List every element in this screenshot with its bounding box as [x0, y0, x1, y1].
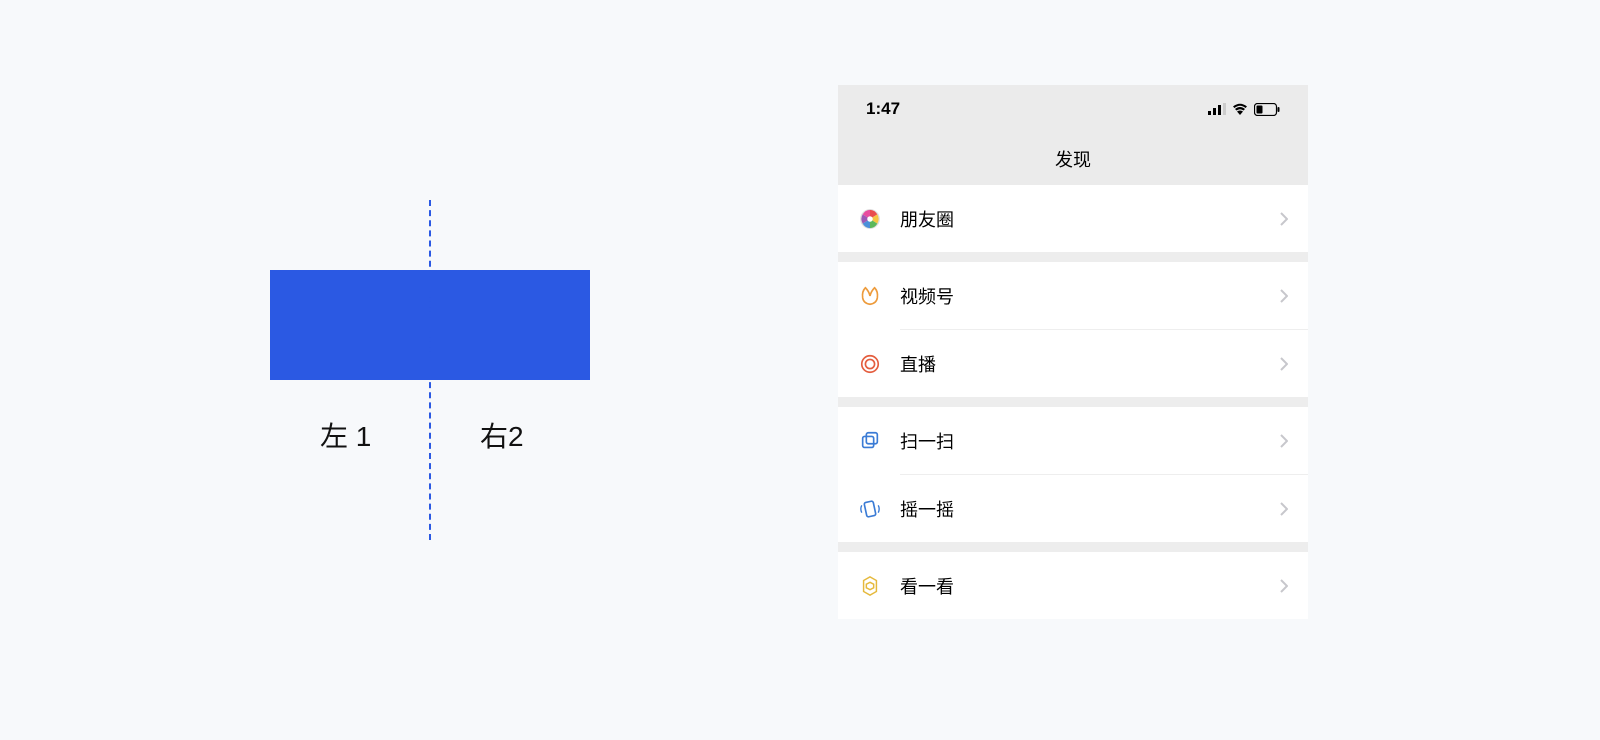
status-icons: [1208, 103, 1280, 116]
channels-icon: [858, 284, 882, 308]
moments-icon: [858, 207, 882, 231]
menu-item-label: 摇一摇: [900, 496, 1280, 522]
menu-item-label: 朋友圈: [900, 206, 1280, 232]
scan-icon: [858, 429, 882, 453]
menu-item-scan[interactable]: 扫一扫: [838, 407, 1308, 474]
chevron-right-icon: [1280, 579, 1288, 593]
status-bar: 1:47: [838, 85, 1308, 133]
nav-header: 发现: [838, 133, 1308, 185]
chevron-right-icon: [1280, 502, 1288, 516]
label-right: 右2: [480, 415, 524, 455]
menu-item-label: 直播: [900, 351, 1280, 377]
chevron-right-icon: [1280, 357, 1288, 371]
live-icon: [858, 352, 882, 376]
chevron-right-icon: [1280, 289, 1288, 303]
menu-item-shake[interactable]: 摇一摇: [838, 475, 1308, 542]
chevron-right-icon: [1280, 434, 1288, 448]
menu-item-moments[interactable]: 朋友圈: [838, 185, 1308, 252]
nav-title: 发现: [1055, 146, 1091, 172]
label-left: 左 1: [320, 415, 371, 455]
menu-item-label: 视频号: [900, 283, 1280, 309]
menu-item-label: 看一看: [900, 573, 1280, 599]
section-gap: [838, 252, 1308, 262]
section-gap: [838, 397, 1308, 407]
wifi-icon: [1232, 103, 1248, 115]
look-icon: [858, 574, 882, 598]
signal-icon: [1208, 103, 1226, 115]
menu-item-label: 扫一扫: [900, 428, 1280, 454]
section-gap: [838, 542, 1308, 552]
menu-item-look[interactable]: 看一看: [838, 552, 1308, 619]
shake-icon: [858, 497, 882, 521]
alignment-diagram: 左 1 右2: [270, 200, 590, 540]
status-time: 1:47: [866, 99, 900, 119]
center-dashed-line: [429, 200, 431, 540]
menu-item-channels[interactable]: 视频号: [838, 262, 1308, 329]
chevron-right-icon: [1280, 212, 1288, 226]
menu-list: 朋友圈 视频号 直播: [838, 185, 1308, 619]
phone-mockup: 1:47 发现 朋友圈: [838, 85, 1308, 645]
battery-icon: [1254, 103, 1280, 116]
menu-item-live[interactable]: 直播: [838, 330, 1308, 397]
